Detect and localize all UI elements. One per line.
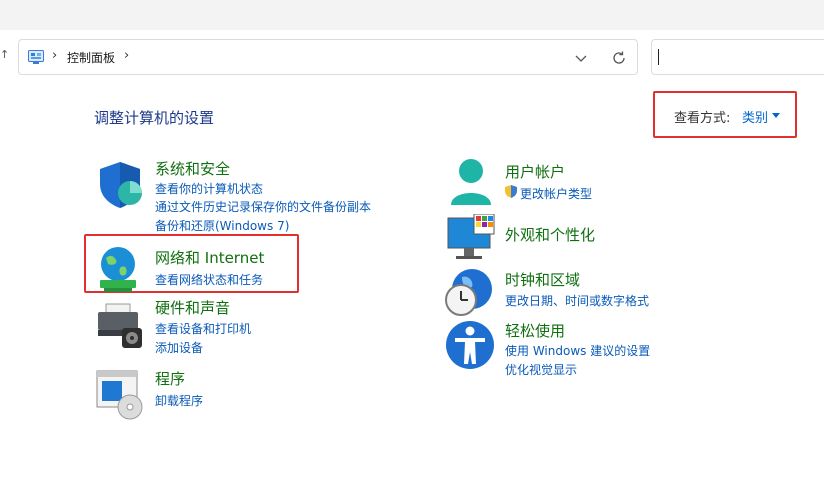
- link-devices-printers[interactable]: 查看设备和打印机: [155, 320, 251, 337]
- refresh-icon[interactable]: [611, 50, 627, 66]
- chevron-down-icon[interactable]: [574, 51, 588, 65]
- uac-shield-icon: [505, 185, 517, 198]
- appearance-monitor-icon[interactable]: [446, 214, 498, 266]
- category-clock-region[interactable]: 时钟和区域: [505, 269, 580, 290]
- link-change-account-type[interactable]: 更改帐户类型: [520, 185, 592, 202]
- link-optimize-visual-display[interactable]: 优化视觉显示: [505, 361, 577, 378]
- printer-icon[interactable]: [96, 300, 148, 352]
- category-programs[interactable]: 程序: [155, 368, 185, 389]
- breadcrumb-control-panel[interactable]: 控制面板: [67, 49, 115, 66]
- category-network-internet[interactable]: 网络和 Internet: [155, 247, 264, 268]
- accessibility-icon[interactable]: [445, 320, 497, 372]
- link-add-device[interactable]: 添加设备: [155, 339, 203, 356]
- chevron-right-icon[interactable]: ›: [52, 48, 57, 63]
- text-caret: [658, 49, 659, 65]
- link-view-computer-status[interactable]: 查看你的计算机状态: [155, 180, 263, 197]
- network-globe-icon[interactable]: [94, 244, 146, 296]
- link-windows-recommended-settings[interactable]: 使用 Windows 建议的设置: [505, 342, 650, 359]
- shield-icon[interactable]: [96, 160, 148, 212]
- clock-globe-icon[interactable]: [444, 267, 496, 319]
- search-input[interactable]: [651, 39, 824, 75]
- dropdown-arrow-icon[interactable]: [772, 113, 780, 118]
- link-file-history[interactable]: 通过文件历史记录保存你的文件备份副本: [155, 198, 371, 215]
- category-ease-of-access[interactable]: 轻松使用: [505, 320, 565, 341]
- category-appearance[interactable]: 外观和个性化: [505, 224, 595, 245]
- user-account-icon[interactable]: [446, 157, 498, 209]
- link-change-date-time-format[interactable]: 更改日期、时间或数字格式: [505, 292, 649, 309]
- link-uninstall-program[interactable]: 卸载程序: [155, 392, 203, 409]
- view-mode-dropdown[interactable]: 类别: [742, 107, 768, 126]
- link-backup-restore[interactable]: 备份和还原(Windows 7): [155, 217, 289, 234]
- programs-icon[interactable]: [96, 369, 148, 421]
- view-mode-label: 查看方式:: [674, 111, 731, 126]
- up-arrow-icon[interactable]: ↑: [0, 48, 9, 64]
- address-bar[interactable]: › 控制面板 ›: [18, 39, 638, 75]
- category-hardware-sound[interactable]: 硬件和声音: [155, 297, 230, 318]
- page-title: 调整计算机的设置: [94, 109, 215, 127]
- control-panel-icon: [28, 50, 44, 64]
- link-network-status[interactable]: 查看网络状态和任务: [155, 271, 263, 288]
- category-user-accounts[interactable]: 用户帐户: [505, 161, 565, 182]
- category-system-security[interactable]: 系统和安全: [155, 158, 230, 179]
- window-titlebar: [0, 0, 824, 30]
- chevron-right-icon[interactable]: ›: [124, 48, 129, 63]
